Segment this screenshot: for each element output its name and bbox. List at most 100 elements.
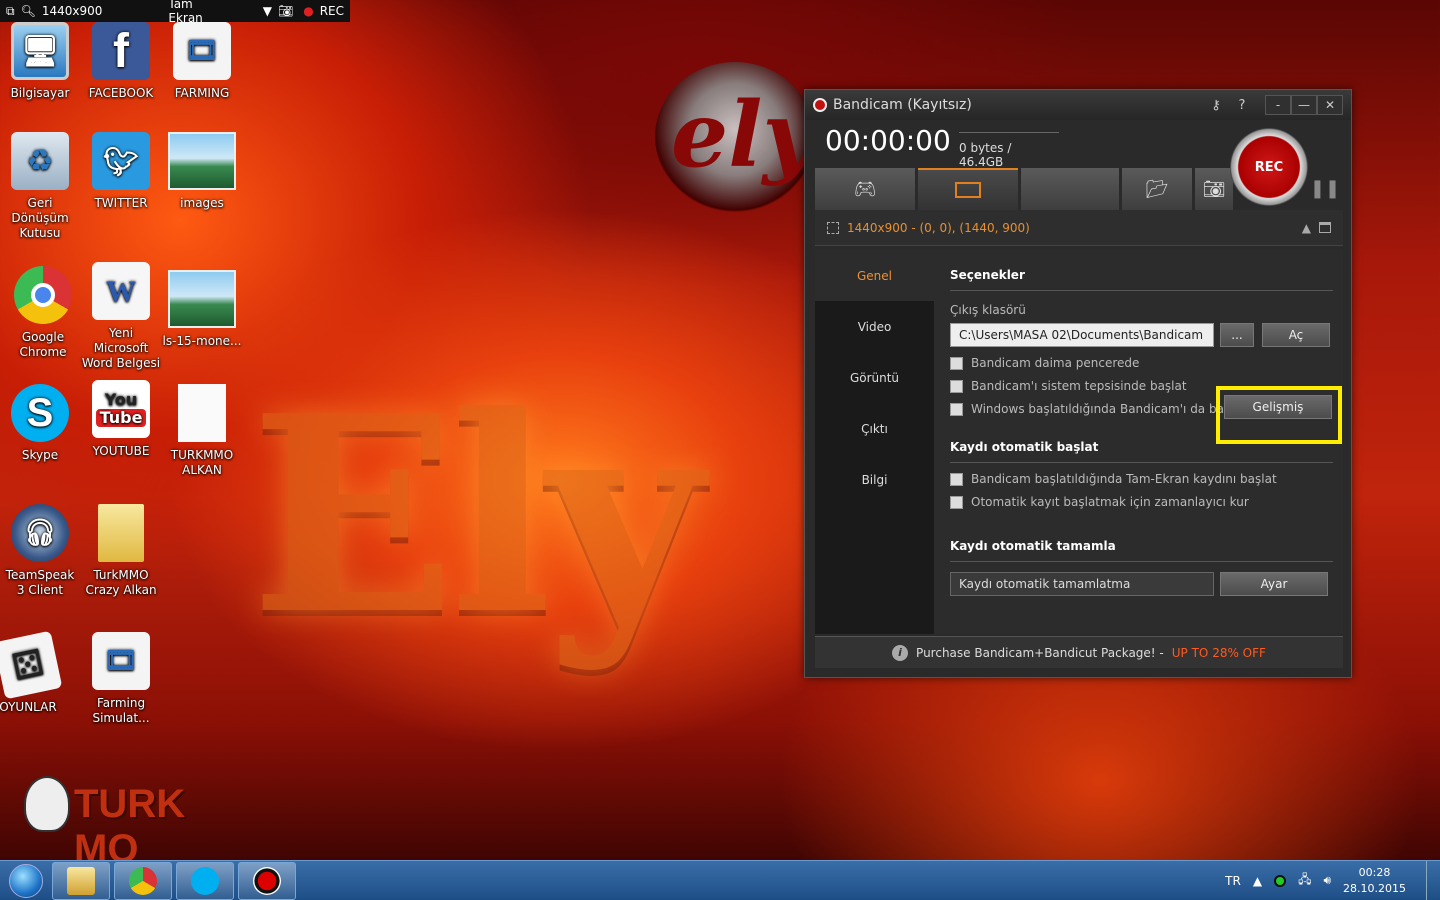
screen-mode-tab[interactable] [918, 168, 1018, 210]
mini-mode-button[interactable]: - [1265, 95, 1291, 115]
show-desktop-button[interactable] [1426, 860, 1440, 900]
settings-button[interactable]: Ayar [1220, 572, 1328, 596]
game-mode-tab[interactable]: 🎮︎ [815, 168, 915, 210]
folder-icon [98, 504, 144, 562]
camera-icon[interactable]: 📷︎ [278, 4, 293, 18]
desktop-icon-turkmmo-alkan[interactable]: TURKMMO ALKAN [162, 384, 242, 478]
close-button[interactable]: ✕ [1317, 95, 1343, 115]
key-icon[interactable]: ⚷ [1203, 95, 1229, 115]
desktop-icon-facebook[interactable]: f FACEBOOK [81, 22, 161, 101]
desktop-icon-farming[interactable]: 🎞︎ FARMING [162, 22, 242, 101]
desktop-icon-recycle-bin[interactable]: ♻ Geri Dönüşüm Kutusu [0, 132, 80, 241]
chevron-up-icon[interactable]: ▲ [1253, 874, 1262, 888]
system-tray: TR ▲ 🖧︎ 🔊︎ 00:28 28.10.2015 [1225, 865, 1426, 897]
clock[interactable]: 00:28 28.10.2015 [1343, 865, 1406, 897]
checkbox-timer-autostart[interactable]: Otomatik kayıt başlatmak için zamanlayıc… [950, 495, 1333, 509]
rec-label: REC [319, 4, 344, 18]
taskbar-skype[interactable] [176, 861, 234, 900]
help-button[interactable]: ? [1229, 95, 1255, 115]
desktop-icon-youtube[interactable]: You Tube YOUTUBE [81, 380, 161, 459]
checkbox[interactable] [950, 379, 963, 393]
desktop-icon-word-doc[interactable]: W Yeni Microsoft Word Belgesi [81, 262, 161, 371]
sidebar-item-video[interactable]: Video [815, 301, 934, 352]
highlight-box [1216, 386, 1342, 444]
desktop-icon-turkmmo-folder[interactable]: TurkMMO Crazy Alkan [81, 504, 161, 598]
folder-button[interactable]: 📂︎ [1122, 168, 1192, 210]
sidebar-item-bilgi[interactable]: Bilgi [815, 454, 934, 505]
minimize-button[interactable]: — [1291, 95, 1317, 115]
footer-text: Purchase Bandicam+Bandicut Package! - [916, 645, 1164, 660]
skype-icon [191, 866, 219, 895]
region-bar[interactable]: 1440x900 - (0, 0), (1440, 900) ▲ [815, 210, 1343, 246]
open-folder-button[interactable]: Aç [1262, 323, 1330, 347]
sidebar-item-genel[interactable]: Genel [815, 250, 934, 301]
screenshot-button[interactable]: 📷︎ [1195, 168, 1233, 210]
output-folder-label: Çıkış klasörü [950, 303, 1026, 317]
taskbar-bandicam[interactable] [238, 861, 296, 900]
promo-footer[interactable]: i Purchase Bandicam+Bandicut Package! - … [815, 636, 1343, 668]
sidebar-item-goruntu[interactable]: Görüntü [815, 352, 934, 403]
window-title: Bandicam (Kayıtsız) [833, 97, 972, 113]
window-icon[interactable]: ⧉ [6, 4, 15, 19]
desktop-icon-skype[interactable]: S Skype [0, 384, 80, 463]
desktop-icon-chrome[interactable]: Google Chrome [3, 266, 83, 360]
start-button[interactable] [4, 861, 48, 900]
taskbar: TR ▲ 🖧︎ 🔊︎ 00:28 28.10.2015 [0, 860, 1440, 900]
windows-logo-icon [9, 863, 43, 898]
checkbox-fullscreen-autostart[interactable]: Bandicam başlatıldığında Tam-Ekran kaydı… [950, 472, 1333, 486]
region-text: 1440x900 - (0, 0), (1440, 900) [847, 220, 1030, 235]
desktop-icon-farming-sim[interactable]: 🎞︎ Farming Simulat... [81, 632, 161, 726]
device-mode-tab[interactable] [1021, 168, 1119, 210]
settings-panel: Seçenekler Çıkış klasörü C:\Users\MASA 0… [934, 250, 1343, 634]
taskbar-explorer[interactable] [52, 861, 110, 900]
dice-icon: ⚄ [0, 630, 63, 700]
facebook-icon: f [92, 22, 150, 80]
desktop-icon-computer[interactable]: 🖥︎ Bilgisayar [0, 22, 80, 101]
language-indicator[interactable]: TR [1225, 874, 1241, 888]
sidebar-item-cikti[interactable]: Çıktı [815, 403, 934, 454]
volume-icon[interactable]: 🔊︎ [1323, 873, 1331, 888]
youtube-icon: You Tube [92, 380, 150, 438]
window-icon[interactable] [1319, 222, 1331, 233]
footer-promo[interactable]: UP TO 28% OFF [1172, 646, 1266, 660]
folder-icon [67, 866, 95, 895]
output-folder-input[interactable]: C:\Users\MASA 02\Documents\Bandicam [950, 323, 1214, 347]
recording-overlay-bar: ⧉ 🔍︎ 1440x900 Tam Ekran ▼ 📷︎ ● REC [0, 0, 350, 25]
rec-button[interactable]: REC [1230, 128, 1308, 206]
media-file-icon: 🎞︎ [92, 632, 150, 690]
auto-complete-field[interactable]: Kaydı otomatik tamamlatma [950, 572, 1214, 596]
desktop-icon-twitter[interactable]: 🐦︎ TWITTER [81, 132, 161, 211]
desktop-icon-images[interactable]: images [162, 132, 242, 211]
recycle-bin-icon: ♻ [11, 132, 69, 190]
taskbar-chrome[interactable] [114, 861, 172, 900]
blank-file-icon [178, 384, 226, 442]
chrome-icon [129, 866, 157, 895]
bandicam-logo-icon [813, 98, 827, 112]
recording-status-icon[interactable] [1274, 874, 1287, 887]
computer-icon: 🖥︎ [11, 22, 69, 80]
resolution-label: 1440x900 [41, 4, 103, 18]
twitter-icon: 🐦︎ [92, 132, 150, 190]
pause-button[interactable]: ❚❚ [1310, 168, 1340, 208]
desktop-icon-ls15[interactable]: ls-15-mone... [162, 270, 242, 349]
options-title: Seçenekler [950, 250, 1333, 291]
gamepad-icon: 🎮︎ [853, 178, 877, 200]
checkbox-always-on-top[interactable]: Bandicam daima pencerede [950, 356, 1333, 370]
file-size: 0 bytes / 46.4GB [959, 132, 1059, 169]
network-icon[interactable]: 🖧︎ [1298, 870, 1311, 891]
collapse-icon[interactable]: ▲ [1302, 221, 1311, 235]
checkbox[interactable] [950, 356, 963, 370]
region-select-icon [827, 221, 839, 234]
checkbox[interactable] [950, 472, 963, 486]
checkbox[interactable] [950, 495, 963, 509]
bandicam-titlebar[interactable]: Bandicam (Kayıtsız) ⚷ ? - — ✕ [805, 90, 1351, 120]
skype-icon: S [11, 384, 69, 442]
auto-complete-title: Kaydı otomatik tamamla [950, 509, 1333, 562]
desktop-icon-teamspeak[interactable]: 🎧︎ TeamSpeak 3 Client [0, 504, 80, 598]
chrome-icon [14, 266, 72, 324]
desktop-icon-oyunlar[interactable]: ⚄ OYUNLAR [0, 630, 68, 715]
search-icon[interactable]: 🔍︎ [21, 4, 36, 18]
browse-button[interactable]: ... [1220, 323, 1254, 347]
checkbox[interactable] [950, 402, 963, 416]
chevron-down-icon[interactable]: ▼ [263, 4, 272, 18]
